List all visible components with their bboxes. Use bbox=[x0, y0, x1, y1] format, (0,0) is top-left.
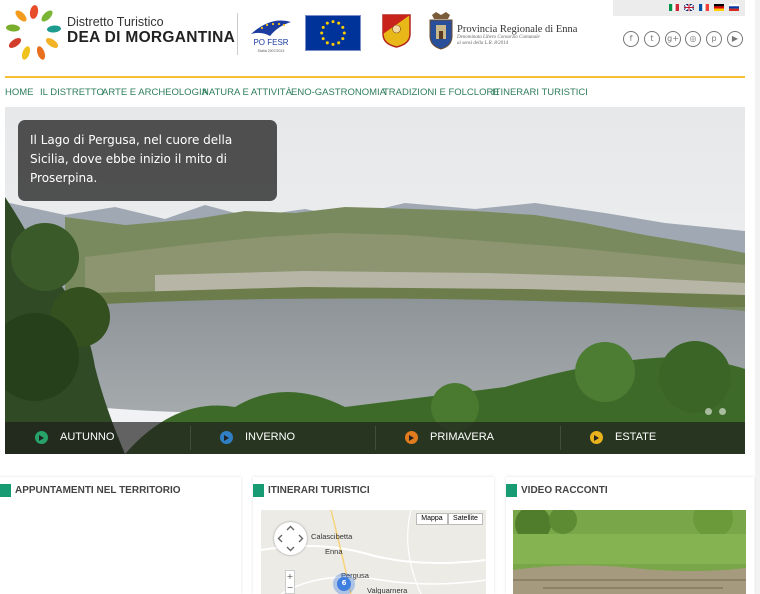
italian-flag-icon[interactable] bbox=[669, 4, 679, 11]
french-flag-icon[interactable] bbox=[699, 4, 709, 11]
nav-item-natura-e-attivita[interactable]: NATURA E ATTIVITÀ bbox=[202, 86, 292, 100]
season-label: INVERNO bbox=[245, 431, 296, 443]
slider-dot[interactable] bbox=[719, 408, 726, 415]
site-header: Distretto Turistico DEA DI MORGANTINA PO… bbox=[0, 0, 755, 78]
page: Distretto Turistico DEA DI MORGANTINA PO… bbox=[0, 0, 755, 594]
google-plus-icon[interactable]: g+ bbox=[665, 31, 681, 47]
nav-item-eno-gastronomia[interactable]: ENO-GASTRONOMIA bbox=[291, 86, 386, 100]
english-flag-icon[interactable] bbox=[684, 4, 694, 11]
panel-title-text[interactable]: APPUNTAMENTI NEL TERRITORIO bbox=[15, 484, 181, 497]
header-gold-rule bbox=[5, 76, 745, 78]
season-tab-autunno[interactable]: AUTUNNO bbox=[5, 422, 190, 454]
russian-flag-icon[interactable] bbox=[729, 4, 739, 11]
facebook-icon[interactable]: f bbox=[623, 31, 639, 47]
enna-province-sub2: ai sensi della L.R. 8/2014 bbox=[457, 41, 509, 46]
panel-marker bbox=[506, 484, 517, 497]
season-tab-estate[interactable]: ESTATE bbox=[560, 422, 745, 454]
season-label: AUTUNNO bbox=[60, 431, 115, 443]
eu-flag-logo bbox=[305, 15, 361, 51]
map-zoom-control[interactable]: + − bbox=[285, 570, 295, 594]
panel-title-text[interactable]: VIDEO RACCONTI bbox=[521, 484, 608, 497]
pan-arrows-icon bbox=[277, 525, 304, 552]
map-label-calascibetta: Calascibetta bbox=[311, 532, 353, 541]
map-pan-control[interactable] bbox=[274, 522, 307, 555]
nav-item-arte-e-archeologia[interactable]: ARTE E ARCHEOLOGIA bbox=[102, 86, 208, 100]
panel-itinerari: ITINERARI TURISTICI Mappa Satellite Cala… bbox=[253, 477, 494, 594]
panel-video: VIDEO RACCONTI bbox=[506, 477, 754, 594]
map-marker-cluster[interactable]: 6 bbox=[333, 573, 355, 594]
enna-province-text: Provincia Regionale di Enna Denominata L… bbox=[457, 24, 577, 47]
po-fesr-logo: PO FESR Sicilia 2007/2013 bbox=[251, 20, 291, 53]
hero-slider[interactable]: Il Lago di Pergusa, nel cuore della Sici… bbox=[5, 107, 745, 454]
enna-province-title: Provincia Regionale di Enna bbox=[457, 24, 578, 35]
sicily-region-crest bbox=[382, 14, 411, 48]
season-tab-primavera[interactable]: PRIMAVERA bbox=[375, 422, 560, 454]
zoom-in-button[interactable]: + bbox=[286, 571, 294, 582]
arrow-right-icon bbox=[35, 431, 48, 444]
youtube-icon[interactable]: ▶ bbox=[727, 31, 743, 47]
season-label: PRIMAVERA bbox=[430, 431, 494, 443]
panel-marker bbox=[0, 484, 11, 497]
hero-caption: Il Lago di Pergusa, nel cuore della Sici… bbox=[18, 120, 277, 201]
po-fesr-sublabel: Sicilia 2007/2013 bbox=[258, 49, 285, 53]
season-label: ESTATE bbox=[615, 431, 657, 443]
arrow-right-icon bbox=[405, 431, 418, 444]
season-tab-inverno[interactable]: INVERNO bbox=[190, 422, 375, 454]
pinterest-icon[interactable]: p bbox=[706, 31, 722, 47]
nav-item-il-distretto[interactable]: IL DISTRETTO bbox=[40, 86, 104, 100]
arrow-right-icon bbox=[220, 431, 233, 444]
po-fesr-label: PO FESR bbox=[253, 38, 288, 47]
german-flag-icon[interactable] bbox=[714, 4, 724, 11]
panel-appuntamenti: APPUNTAMENTI NEL TERRITORIO bbox=[0, 477, 241, 594]
instagram-icon[interactable]: ◎ bbox=[685, 31, 701, 47]
slider-dot[interactable] bbox=[705, 408, 712, 415]
zoom-out-button[interactable]: − bbox=[286, 582, 294, 593]
language-bar bbox=[613, 0, 745, 16]
nav-item-home[interactable]: HOME bbox=[5, 86, 34, 100]
video-thumbnail[interactable] bbox=[513, 510, 746, 594]
panel-marker bbox=[253, 484, 264, 497]
video-thumbnail-image bbox=[513, 510, 746, 594]
header-divider bbox=[237, 13, 238, 55]
site-title-line1: Distretto Turistico bbox=[67, 15, 164, 29]
nav-item-tradizioni-e-folclore[interactable]: TRADIZIONI E FOLCLORE bbox=[383, 86, 500, 100]
panel-title-text[interactable]: ITINERARI TURISTICI bbox=[268, 484, 370, 497]
map-label-valguarnera: Valguarnera bbox=[367, 586, 408, 594]
wheat-wreath-logo-icon[interactable] bbox=[6, 5, 62, 61]
arrow-right-icon bbox=[590, 431, 603, 444]
cluster-count: 6 bbox=[341, 579, 347, 587]
site-title[interactable]: Distretto Turistico DEA DI MORGANTINA bbox=[67, 15, 235, 47]
site-title-line2: DEA DI MORGANTINA bbox=[67, 29, 236, 46]
season-tabs: AUTUNNO INVERNO PRIMAVERA ESTATE bbox=[5, 422, 745, 454]
map-type-map[interactable]: Mappa bbox=[416, 513, 448, 525]
enna-province-crest bbox=[429, 12, 453, 50]
nav-item-itinerari-turistici[interactable]: ITINERARI TURISTICI bbox=[492, 86, 588, 100]
twitter-icon[interactable]: t bbox=[644, 31, 660, 47]
map-type-satellite[interactable]: Satellite bbox=[448, 513, 483, 525]
itinerari-map[interactable]: Mappa Satellite Calascibetta Enna Pergus… bbox=[261, 510, 486, 594]
map-label-enna: Enna bbox=[325, 547, 343, 556]
